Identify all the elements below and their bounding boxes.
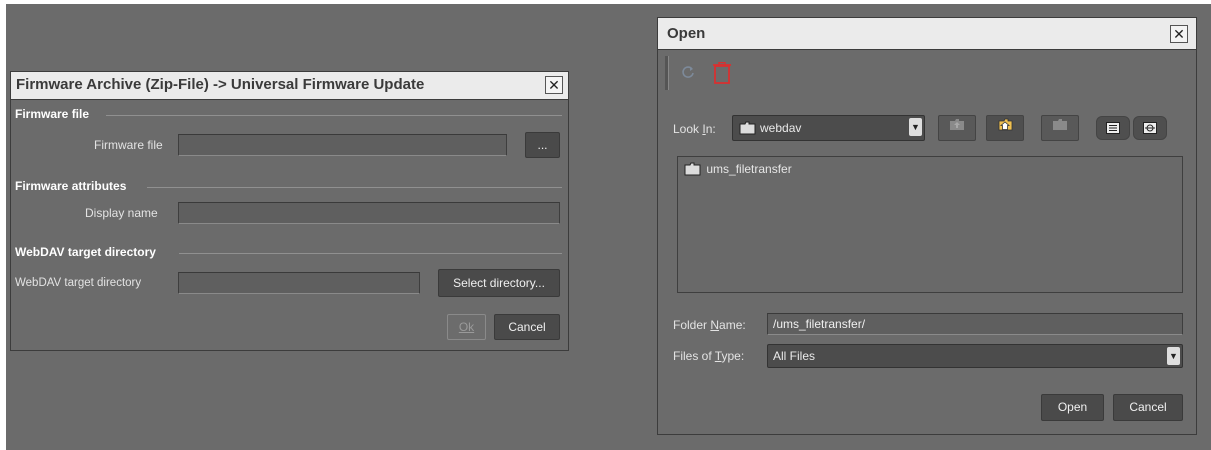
list-item[interactable]: ums_filetransfer — [684, 162, 792, 178]
refresh-icon[interactable] — [681, 65, 695, 82]
browse-firmware-button[interactable]: ... — [525, 132, 560, 158]
close-icon[interactable]: ✕ — [1170, 25, 1188, 43]
folder-name-label: Folder Name: — [673, 318, 746, 332]
dialog-title: Firmware Archive (Zip-File) -> Universal… — [16, 76, 425, 93]
look-in-label: Look In: — [673, 122, 716, 136]
dialog-titlebar[interactable]: Firmware Archive (Zip-File) -> Universal… — [11, 72, 568, 100]
dialog-title: Open — [667, 25, 706, 42]
new-folder-icon — [1053, 119, 1067, 130]
section-webdav: WebDAV target directory — [15, 245, 156, 259]
section-divider — [147, 187, 562, 188]
folder-icon — [739, 121, 756, 135]
look-in-value: webdav — [760, 121, 802, 135]
list-view-icon — [1106, 122, 1120, 134]
firmware-file-input[interactable] — [178, 134, 507, 156]
files-of-type-value: All Files — [773, 349, 816, 363]
display-name-input[interactable] — [178, 202, 560, 224]
open-button[interactable]: Open — [1041, 394, 1104, 421]
section-divider — [179, 253, 562, 254]
list-item-name: ums_filetransfer — [706, 162, 792, 176]
delete-icon[interactable] — [712, 61, 732, 87]
cancel-button[interactable]: Cancel — [494, 314, 560, 340]
up-folder-icon — [950, 119, 964, 130]
chevron-down-icon[interactable]: ▼ — [909, 118, 922, 136]
home-icon — [998, 118, 1013, 131]
dialog-titlebar[interactable]: Open ✕ — [658, 18, 1196, 50]
firmware-file-label: Firmware file — [94, 138, 163, 152]
select-directory-button[interactable]: Select directory... — [438, 269, 560, 297]
file-list[interactable]: ums_filetransfer — [677, 156, 1183, 293]
section-firmware-file: Firmware file — [15, 107, 90, 121]
chevron-down-icon[interactable]: ▼ — [1167, 347, 1180, 365]
ok-button-label: Ok — [458, 320, 475, 334]
folder-name-input[interactable]: /ums_filetransfer/ — [767, 313, 1183, 335]
list-view-button[interactable] — [1096, 116, 1130, 140]
details-view-button[interactable] — [1133, 116, 1167, 140]
new-folder-button[interactable] — [1041, 115, 1079, 141]
section-divider — [106, 115, 562, 116]
toolbar-grip[interactable] — [665, 56, 669, 90]
folder-icon — [684, 162, 701, 176]
webdav-directory-input[interactable] — [178, 272, 420, 294]
cancel-button[interactable]: Cancel — [1113, 394, 1183, 421]
files-of-type-combobox[interactable]: All Files ▼ — [767, 344, 1183, 368]
home-button[interactable] — [986, 115, 1024, 141]
webdav-label: WebDAV target directory — [15, 277, 142, 289]
ok-button[interactable]: Ok — [447, 314, 486, 340]
files-of-type-label: Files of Type: — [673, 349, 745, 363]
firmware-archive-dialog: Firmware Archive (Zip-File) -> Universal… — [10, 71, 569, 351]
close-icon[interactable]: ✕ — [545, 76, 563, 94]
open-file-dialog: Open ✕ Look In: webdav ▼ ums_filetransfe… — [657, 17, 1197, 435]
section-firmware-attributes: Firmware attributes — [15, 179, 127, 193]
look-in-combobox[interactable]: webdav ▼ — [732, 115, 925, 141]
details-view-icon — [1143, 122, 1157, 134]
up-folder-button[interactable] — [938, 115, 976, 141]
display-name-label: Display name — [85, 206, 158, 220]
